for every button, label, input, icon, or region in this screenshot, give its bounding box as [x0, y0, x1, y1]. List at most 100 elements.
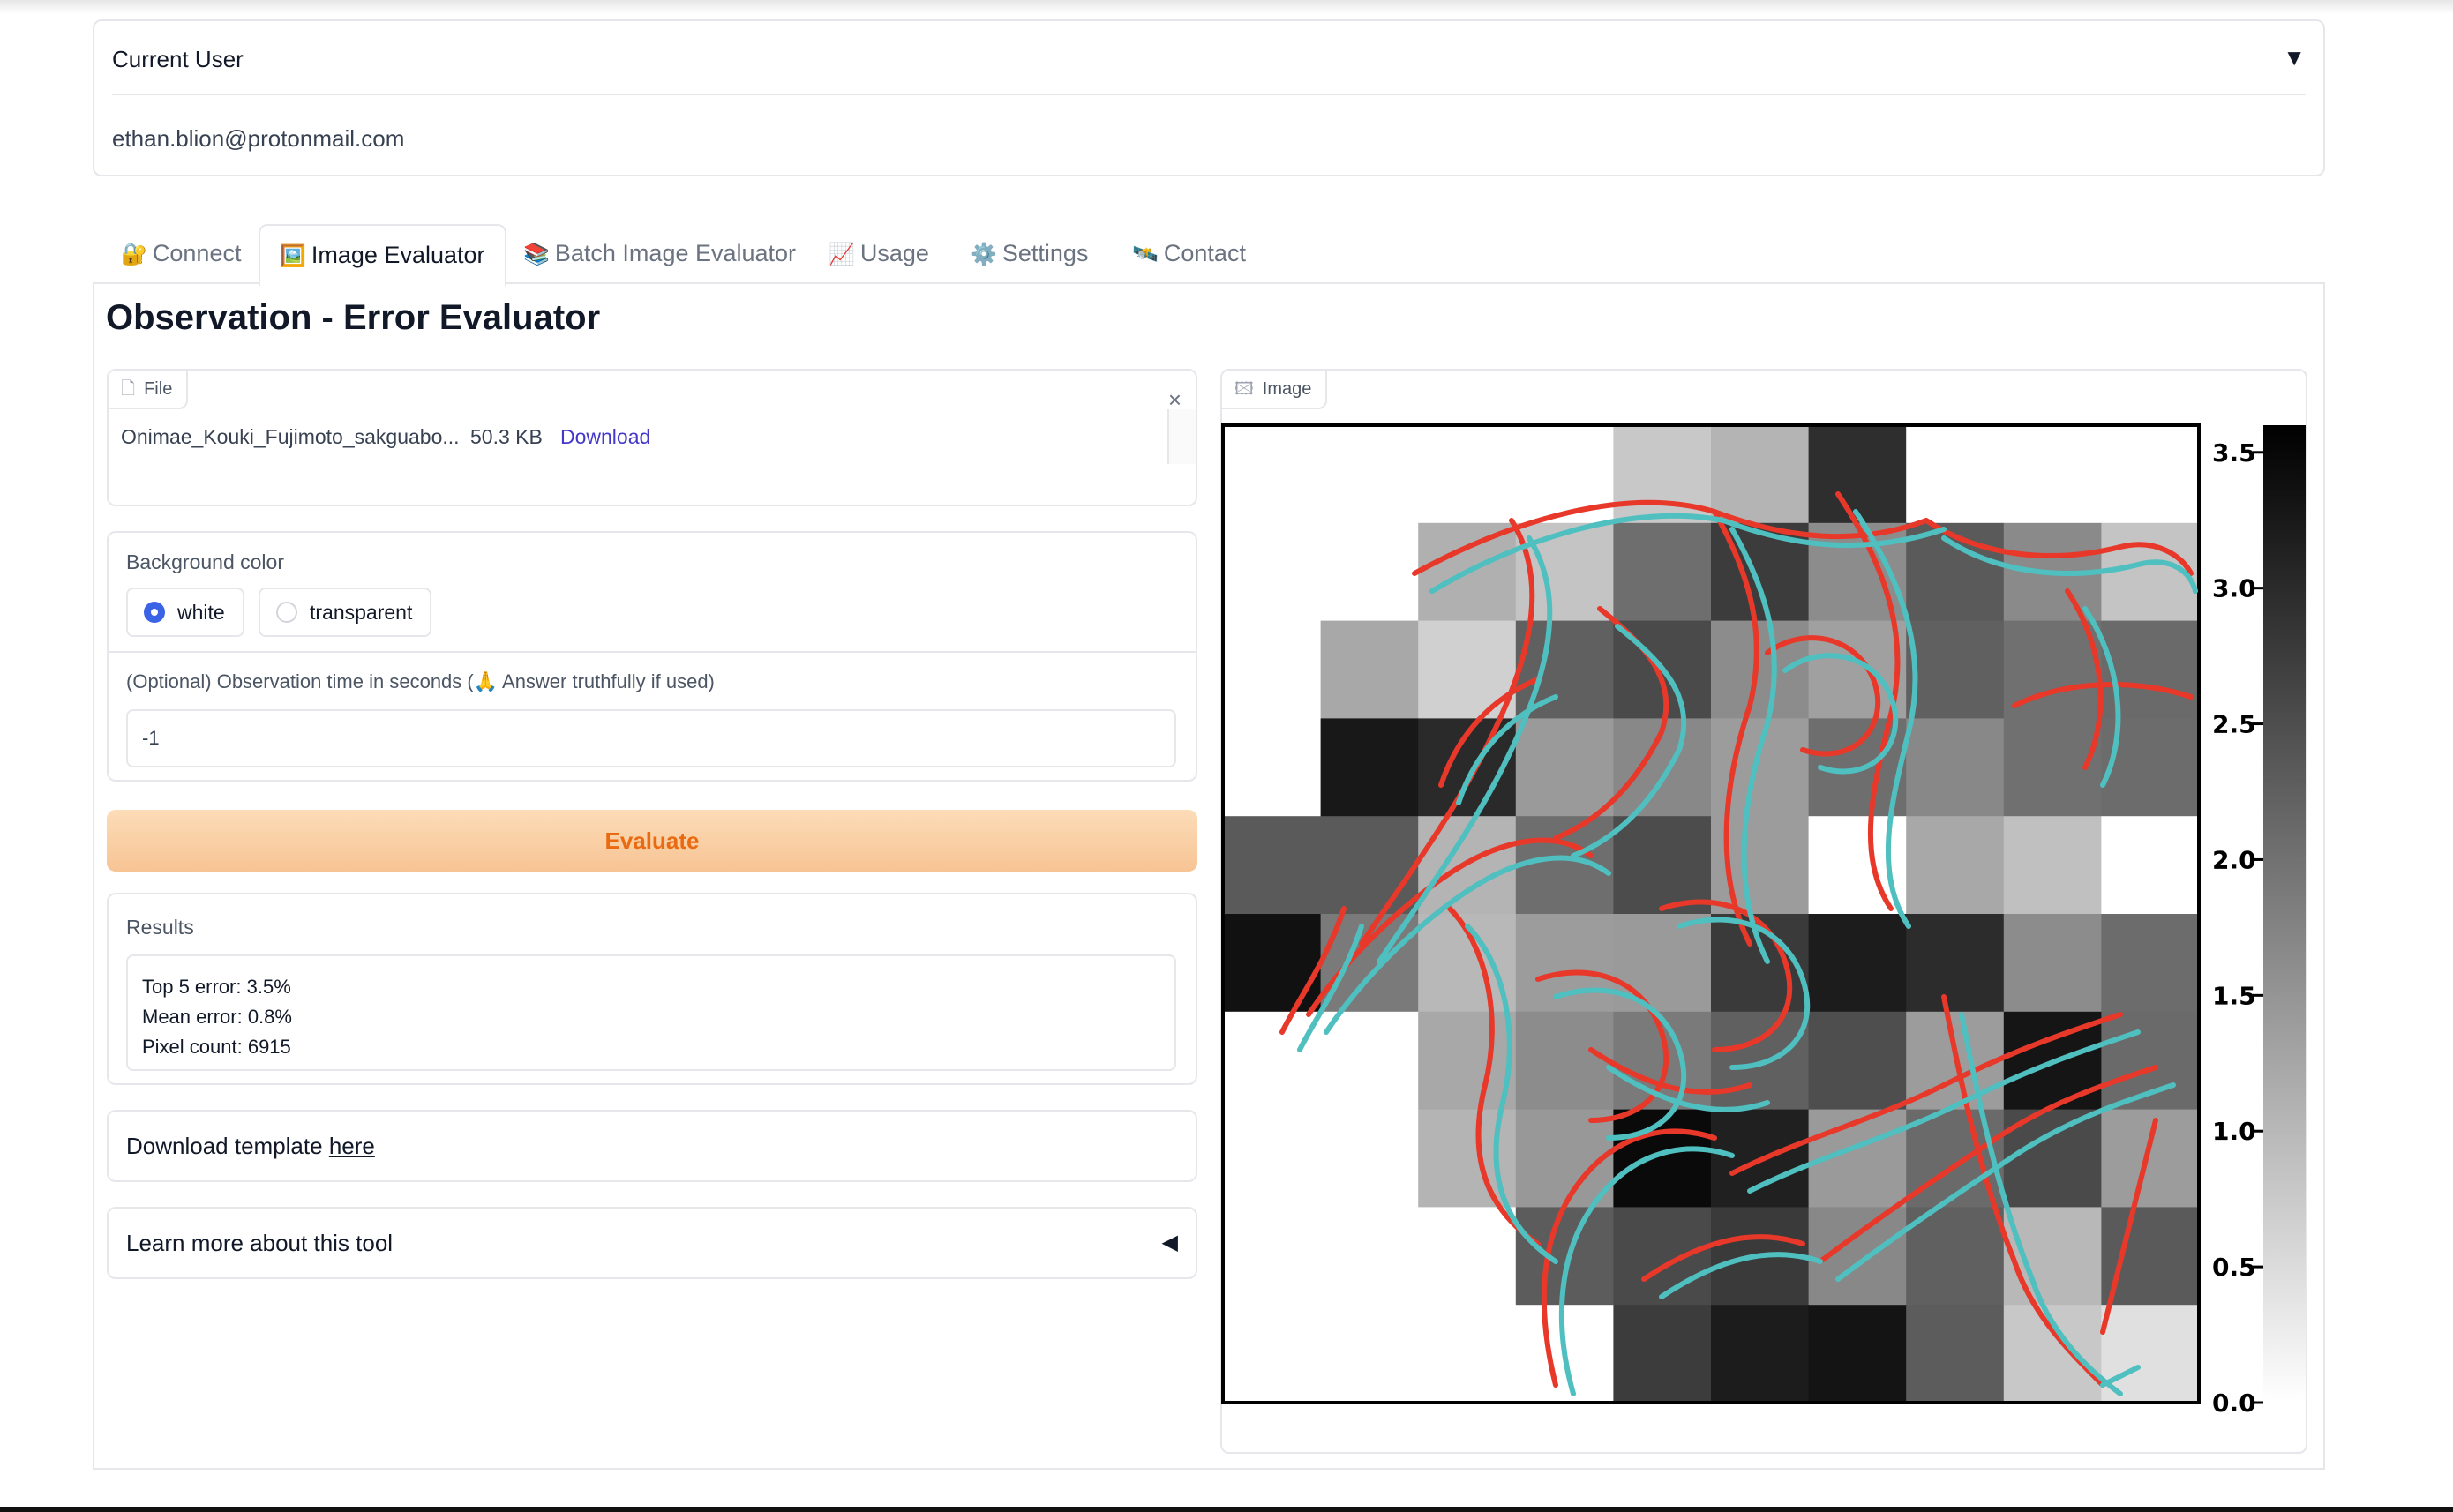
- heatmap-cell: [1320, 620, 1419, 719]
- file-label-text: File: [144, 379, 173, 399]
- tab-label: Usage: [859, 240, 929, 266]
- radio-label: transparent: [310, 601, 413, 624]
- colorbar-tick-label: 2.0: [2212, 845, 2256, 874]
- file-name: Onimae_Kouki_Fujimoto_sakguabo...: [121, 425, 460, 448]
- heatmap-cell: [1418, 1305, 1517, 1403]
- heatmap-cell: [1320, 1207, 1419, 1306]
- heatmap-cell: [1906, 816, 2005, 915]
- template-text: Download template: [126, 1133, 329, 1159]
- heatmap-cell: [1320, 425, 1419, 524]
- heatmap-cell: [1418, 425, 1517, 524]
- template-link[interactable]: here: [329, 1133, 375, 1159]
- heatmap-cell: [1223, 425, 1322, 524]
- gear-icon: ⚙️: [971, 243, 997, 266]
- download-template-block: Download template here: [107, 1110, 1197, 1182]
- heatmap-cell: [1223, 1305, 1322, 1403]
- learn-more-accordion[interactable]: Learn more about this tool ◀: [107, 1207, 1197, 1279]
- heatmap-cell: [1320, 718, 1419, 817]
- tab-image-evaluator[interactable]: 🖼️ Image Evaluator: [259, 224, 506, 286]
- colorbar-tick-label: 0.5: [2212, 1253, 2256, 1282]
- heatmap-cell: [1808, 1305, 1907, 1403]
- heatmap-cell: [1418, 1207, 1517, 1306]
- tab-batch-image-evaluator[interactable]: 📚 Batch Image Evaluator: [504, 224, 815, 282]
- page-bottom-edge: [0, 1507, 2453, 1512]
- heatmap-cell: [2003, 1207, 2102, 1306]
- divider: [109, 651, 1196, 653]
- file-icon: 🗋: [121, 379, 136, 399]
- heatmap-cell: [1906, 620, 2005, 719]
- tab-label: Batch Image Evaluator: [554, 240, 797, 266]
- colorbar-tick-label: 2.5: [2212, 710, 2256, 739]
- heatmap-cell: [1320, 1109, 1419, 1208]
- colorbar-tick-label: 3.5: [2212, 438, 2256, 468]
- image-icon: 🖾: [1234, 379, 1254, 399]
- heatmap-cell: [1808, 425, 1907, 524]
- heatmap-cell: [1515, 1011, 1614, 1111]
- colorbar-tick-label: 0.0: [2212, 1388, 2256, 1418]
- tab-label: Contact: [1163, 240, 1246, 266]
- observation-time-input[interactable]: -1: [126, 709, 1176, 767]
- tab-contact[interactable]: 🛰️ Contact: [1113, 224, 1265, 282]
- heatmap-cell: [1711, 425, 1810, 524]
- image-block-label: 🖾 Image: [1222, 371, 1328, 409]
- evaluate-button[interactable]: Evaluate: [107, 810, 1197, 872]
- heatmap-cell: [1613, 1305, 1712, 1403]
- tab-usage[interactable]: 📈 Usage: [809, 224, 949, 282]
- heatmap-cell: [1808, 1011, 1907, 1111]
- tab-label: Settings: [1001, 240, 1089, 266]
- collapse-arrow-icon[interactable]: ▼: [2283, 44, 2306, 71]
- heatmap-cell: [1808, 816, 1907, 915]
- top-shadow: [0, 0, 2453, 14]
- heatmap-cell: [1711, 620, 1810, 719]
- observation-time-label: (Optional) Observation time in seconds (…: [126, 670, 715, 692]
- heatmap-cell: [2003, 914, 2102, 1013]
- satellite-icon: 🛰️: [1132, 243, 1159, 266]
- tab-connect[interactable]: 🔐 Connect: [101, 224, 260, 282]
- scrollbar[interactable]: [1167, 409, 1196, 464]
- heatmap-cell: [1906, 1305, 2005, 1403]
- heatmap-cell: [1515, 718, 1614, 817]
- radio-white[interactable]: white: [126, 588, 244, 637]
- heatmap-cell: [1515, 914, 1614, 1013]
- error-heatmap-image: 0.0 0.5 1.0 1.5 2.0 2.5 3.0 3.5: [1221, 423, 2306, 1418]
- current-user-title[interactable]: Current User: [112, 46, 244, 73]
- heatmap-cell: [2101, 1109, 2200, 1208]
- tab-label: Connect: [152, 240, 242, 266]
- divider: [112, 94, 2306, 95]
- results-textbox[interactable]: Top 5 error: 3.5% Mean error: 0.8% Pixel…: [126, 954, 1176, 1071]
- heatmap-cell: [1223, 1109, 1322, 1208]
- background-color-label: Background color: [126, 550, 284, 573]
- image-label-text: Image: [1262, 379, 1312, 399]
- heatmap-cell: [1320, 1305, 1419, 1403]
- results-block: Results Top 5 error: 3.5% Mean error: 0.…: [107, 893, 1197, 1085]
- user-email: ethan.blion@protonmail.com: [112, 125, 405, 152]
- heatmap-cell: [1320, 1011, 1419, 1111]
- heatmap-cell: [2101, 914, 2200, 1013]
- books-icon: 📚: [523, 243, 550, 266]
- colorbar-ticks: 0.0 0.5 1.0 1.5 2.0 2.5 3.0 3.5: [2212, 438, 2263, 1418]
- page-title: Observation - Error Evaluator: [106, 298, 601, 337]
- learn-more-label: Learn more about this tool: [126, 1230, 394, 1256]
- tab-settings[interactable]: ⚙️ Settings: [951, 224, 1107, 282]
- heatmap-cell: [1906, 718, 2005, 817]
- options-block: Background color white transparent (Opti…: [107, 531, 1197, 782]
- heatmap-cell: [1223, 914, 1322, 1013]
- file-block-label: 🗋 File: [109, 371, 189, 409]
- heatmap-cell: [1320, 816, 1419, 915]
- heatmap-cell: [1418, 620, 1517, 719]
- heatmap-cell: [1613, 1207, 1712, 1306]
- expand-arrow-icon[interactable]: ◀: [1162, 1230, 1178, 1255]
- lock-key-icon: 🔐: [121, 243, 147, 266]
- radio-transparent[interactable]: transparent: [259, 588, 432, 637]
- colorbar-tick-label: 1.5: [2212, 981, 2256, 1010]
- file-download-link[interactable]: Download: [560, 425, 650, 449]
- heatmap-cell: [1613, 522, 1712, 622]
- heatmap-cell: [2003, 425, 2102, 524]
- result-line: Top 5 error: 3.5%: [142, 976, 291, 998]
- results-label: Results: [126, 916, 194, 939]
- radio-selected-icon: [144, 602, 165, 623]
- heatmap-cell: [2003, 816, 2102, 915]
- result-line: Pixel count: 6915: [142, 1036, 291, 1058]
- heatmap-cell: [1711, 1305, 1810, 1403]
- heatmap-cell: [1223, 816, 1322, 915]
